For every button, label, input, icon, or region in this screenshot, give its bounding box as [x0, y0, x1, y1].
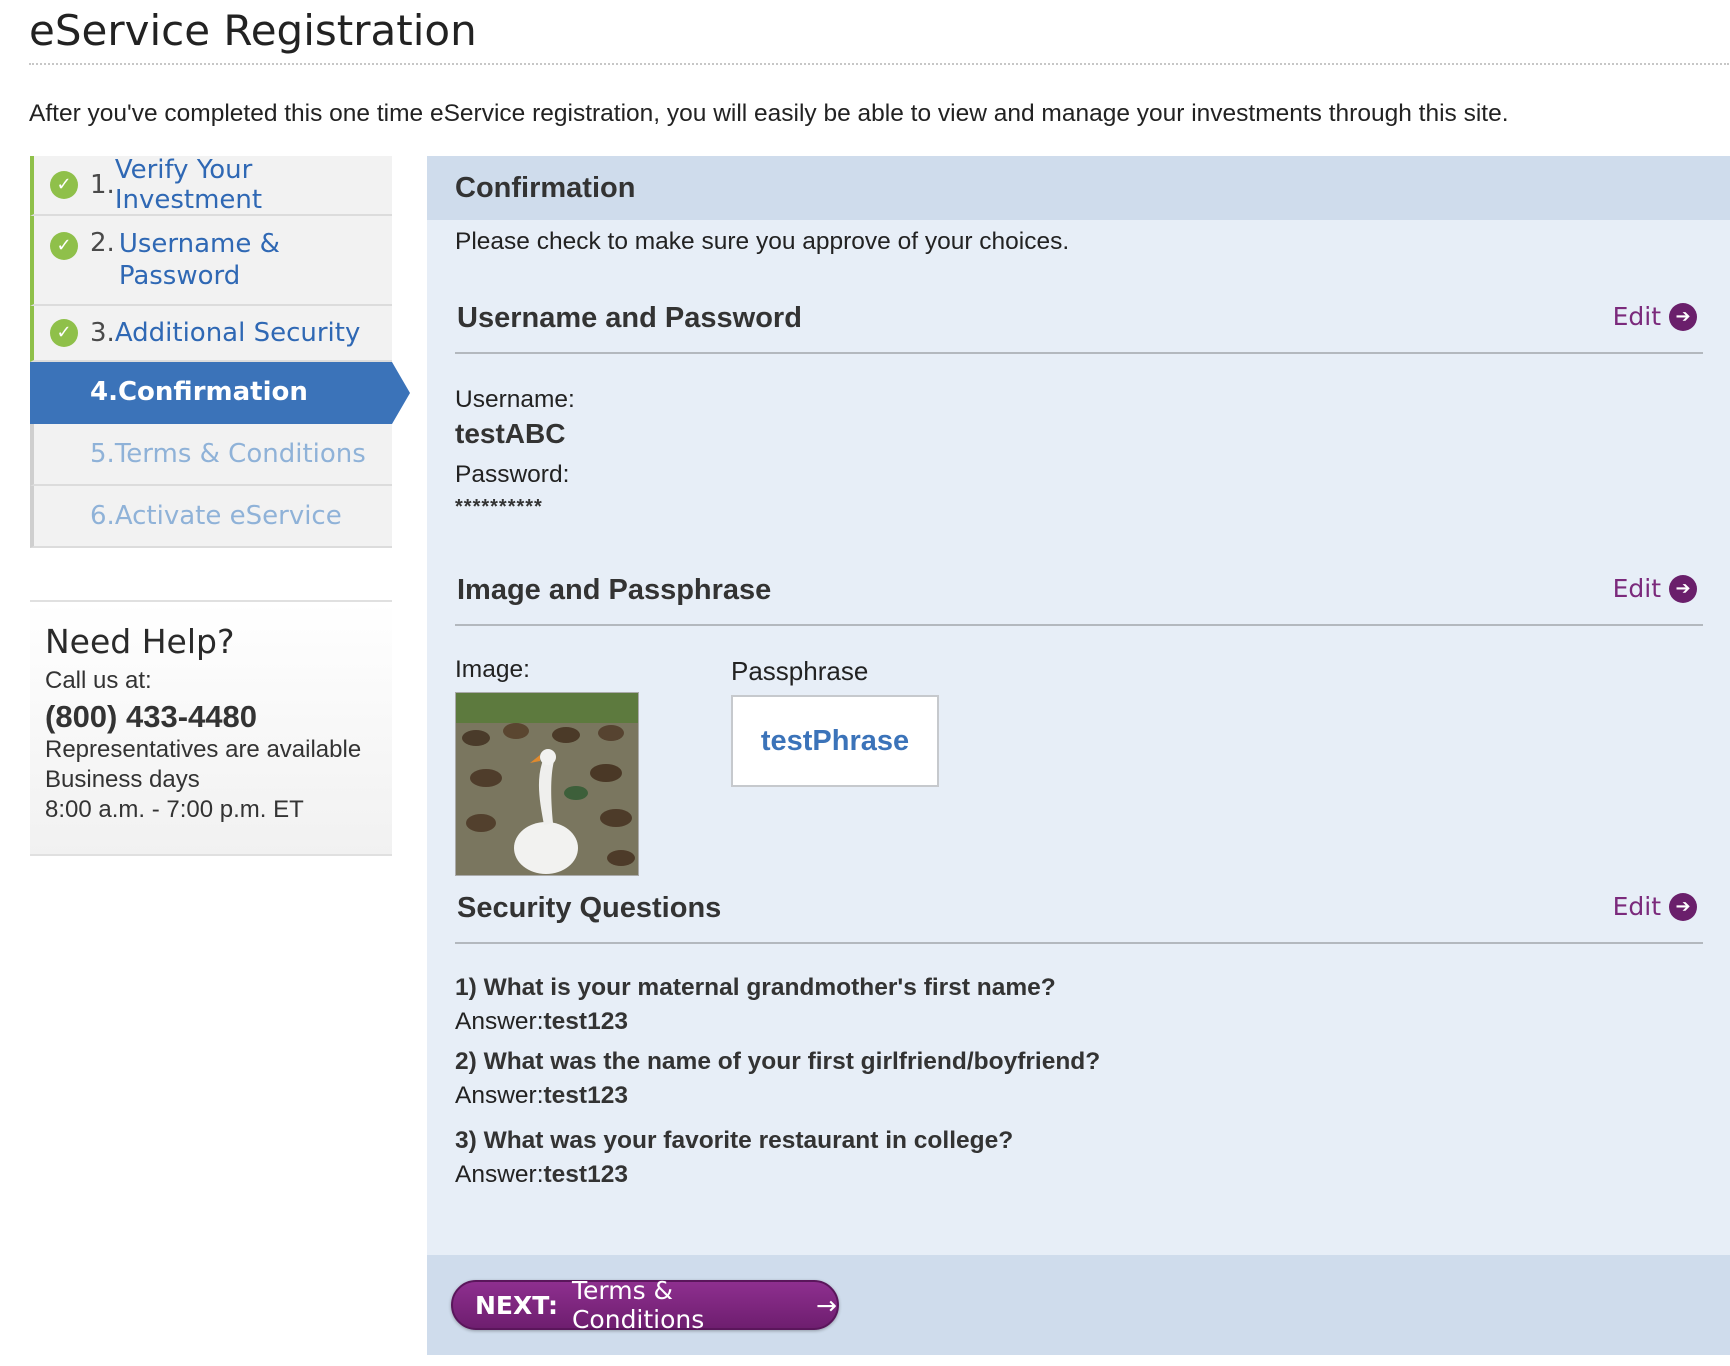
step-number: 6.: [90, 501, 115, 531]
security-answer-3: Answer:test123: [455, 1161, 628, 1189]
arrow-right-circle-icon: ➔: [1669, 574, 1697, 603]
registration-page: eService Registration After you've compl…: [0, 0, 1730, 1366]
step-label: Username &: [118, 229, 280, 259]
step-label: Terms & Conditions: [114, 439, 366, 469]
panel-header: Confirmation: [427, 156, 1730, 220]
security-answer-2: Answer:test123: [455, 1082, 628, 1110]
help-phone: (800) 433-4480: [45, 699, 257, 734]
title-divider: [29, 63, 1729, 65]
security-answer-1: Answer:test123: [455, 1008, 628, 1036]
section-header-image: Image and Passphrase Edit ➔: [455, 574, 1703, 626]
answer-prefix: Answer:: [455, 1161, 544, 1188]
step-confirmation[interactable]: 4. Confirmation: [30, 362, 410, 424]
section-title: Username and Password: [457, 302, 802, 334]
intro-text: After you've completed this one time eSe…: [29, 100, 1509, 127]
step-number: 1.: [90, 170, 115, 200]
password-value: **********: [455, 496, 543, 518]
edit-label: Edit: [1612, 892, 1661, 921]
step-number: 4.: [90, 377, 118, 407]
step-number: 2.: [90, 228, 115, 258]
security-question-3: 3) What was your favorite restaurant in …: [455, 1127, 1014, 1154]
confirmation-panel: Confirmation Please check to make sure y…: [427, 156, 1730, 1355]
answer-prefix: Answer:: [455, 1008, 544, 1035]
next-label: Terms & Conditions: [571, 1276, 705, 1334]
answer-value: test123: [543, 1161, 628, 1188]
help-availability: Representatives are available: [45, 736, 362, 763]
arrow-right-circle-icon: ➔: [1669, 302, 1697, 331]
panel-footer: NEXT: Terms & Conditions →: [427, 1255, 1730, 1355]
section-header-security: Security Questions Edit ➔: [455, 892, 1703, 944]
section-title: Image and Passphrase: [457, 574, 772, 606]
security-question-1: 1) What is your maternal grandmother's f…: [455, 974, 1056, 1001]
edit-image-link[interactable]: Edit ➔: [1613, 574, 1697, 603]
step-number: 5.: [90, 439, 115, 469]
edit-label: Edit: [1612, 302, 1661, 331]
step-label-line2: Password: [118, 261, 241, 291]
help-hours: 8:00 a.m. - 7:00 p.m. ET: [45, 796, 304, 823]
username-label: Username:: [455, 386, 575, 413]
check-circle-icon: ✓: [50, 319, 78, 347]
security-image-swan: [455, 692, 639, 876]
help-call-label: Call us at:: [45, 667, 152, 694]
section-header-credentials: Username and Password Edit ➔: [455, 302, 1703, 354]
help-box: Need Help? Call us at: (800) 433-4480 Re…: [30, 600, 392, 856]
answer-value: test123: [543, 1082, 628, 1109]
section-title: Security Questions: [457, 892, 722, 924]
step-label: Confirmation: [117, 377, 308, 407]
answer-value: test123: [543, 1008, 628, 1035]
panel-subtitle: Please check to make sure you approve of…: [455, 228, 1070, 255]
check-circle-icon: ✓: [50, 171, 78, 199]
step-verify-investment[interactable]: ✓ 1. Verify Your Investment: [30, 155, 392, 216]
help-days: Business days: [45, 766, 200, 793]
next-prefix: NEXT:: [475, 1290, 558, 1320]
username-value: testABC: [455, 418, 566, 449]
step-terms-conditions[interactable]: 5. Terms & Conditions: [30, 424, 392, 486]
step-nav: ✓ 1. Verify Your Investment ✓ 2. Usernam…: [30, 155, 410, 548]
image-label: Image:: [455, 656, 530, 683]
arrow-right-icon: →: [816, 1290, 837, 1320]
page-title: eService Registration: [29, 6, 477, 55]
panel-title: Confirmation: [455, 171, 636, 204]
step-number: 3.: [90, 318, 115, 348]
next-terms-button[interactable]: NEXT: Terms & Conditions →: [451, 1276, 839, 1334]
edit-security-link[interactable]: Edit ➔: [1613, 892, 1697, 921]
answer-prefix: Answer:: [455, 1082, 544, 1109]
step-username-password[interactable]: ✓ 2. Username & Password: [30, 216, 392, 306]
step-label: Additional Security: [114, 318, 361, 348]
password-label: Password:: [455, 461, 570, 488]
passphrase-label: Passphrase: [731, 656, 869, 686]
help-title: Need Help?: [45, 622, 235, 661]
step-additional-security[interactable]: ✓ 3. Additional Security: [30, 306, 392, 362]
swan-and-ducks-photo: [456, 693, 638, 875]
arrow-right-circle-icon: ➔: [1669, 892, 1697, 921]
check-circle-icon: ✓: [50, 232, 78, 260]
edit-label: Edit: [1612, 574, 1661, 603]
security-question-2: 2) What was the name of your first girlf…: [455, 1048, 1101, 1075]
edit-credentials-link[interactable]: Edit ➔: [1613, 302, 1697, 331]
step-label: Activate eService: [114, 501, 342, 531]
step-label: Verify Your Investment: [114, 155, 263, 215]
passphrase-value: testPhrase: [731, 695, 939, 787]
step-activate-eservice[interactable]: 6. Activate eService: [30, 486, 392, 548]
